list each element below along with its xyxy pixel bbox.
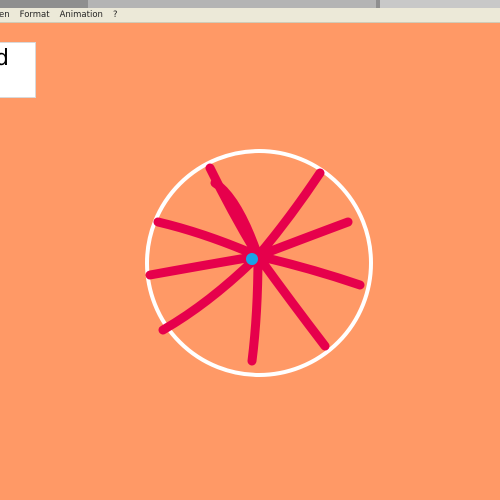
titlebar-segment — [380, 0, 500, 8]
window-titlebar-strip — [0, 0, 500, 8]
menu-item-animation[interactable]: Animation — [55, 10, 108, 20]
menu-item-view[interactable]: en — [0, 10, 15, 20]
menu-item-help[interactable]: ? — [108, 10, 123, 20]
titlebar-segment — [88, 0, 376, 8]
drawing-canvas[interactable]: d — [0, 23, 500, 500]
menu-item-format[interactable]: Format — [15, 10, 55, 20]
menu-bar: en Format Animation ? — [0, 8, 500, 23]
canvas-drawing — [0, 23, 500, 500]
text-box-content: d — [0, 46, 9, 71]
wheel-hub-dot — [246, 253, 258, 265]
text-box[interactable]: d — [0, 42, 36, 98]
